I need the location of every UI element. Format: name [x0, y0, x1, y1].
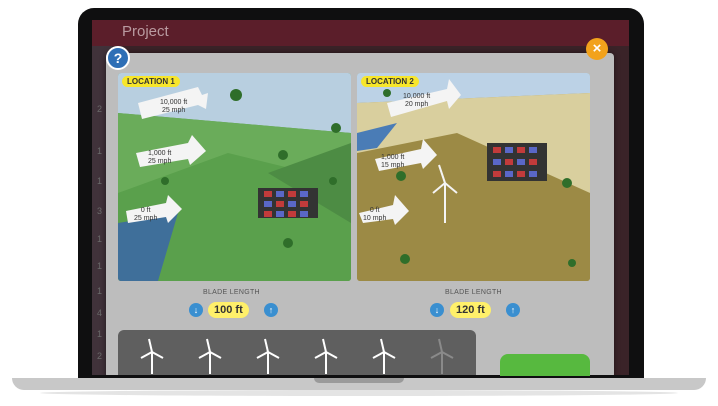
location-1-increase-button[interactable]: ↑ [264, 303, 278, 317]
arrow-speed: 25 mph [134, 215, 158, 222]
arrow-up-icon: ↑ [268, 305, 274, 315]
sidebar-mark: 2 [97, 104, 103, 114]
arrow-down-icon: ↓ [193, 305, 199, 315]
location-2-arrow-bottom: 0 ft 10 mph [363, 207, 386, 223]
laptop-notch [314, 378, 404, 383]
sidebar-mark: 1 [97, 234, 103, 244]
arrow-height: 0 ft [369, 207, 380, 214]
sidebar-mark: 1 [97, 329, 103, 339]
app-header: Project [92, 20, 629, 46]
arrow-up-icon: ↑ [510, 305, 516, 315]
location-2-arrow-top: 10,000 ft 20 mph [403, 93, 430, 109]
location-1-arrow-top: 10,000 ft 25 mph [160, 99, 187, 115]
location-2-blade-title: BLADE LENGTH [445, 289, 502, 296]
arrow-speed: 10 mph [363, 215, 387, 222]
location-2-terrain [357, 73, 590, 281]
location-1-arrow-bottom: 0 ft 25 mph [134, 207, 157, 223]
arrow-height: 1,000 ft [148, 150, 172, 157]
arrow-height: 0 ft [140, 207, 151, 214]
sidebar-mark: 1 [97, 261, 103, 271]
app-title: Project [122, 23, 169, 40]
location-1-terrain [118, 73, 351, 281]
location-1-arrow-middle: 1,000 ft 25 mph [148, 150, 171, 166]
arrow-height: 10,000 ft [160, 99, 188, 106]
arrow-speed: 15 mph [381, 162, 405, 169]
sidebar-mark: 2 [97, 351, 103, 361]
location-2-increase-button[interactable]: ↑ [506, 303, 520, 317]
help-button[interactable]: ? [106, 46, 130, 70]
location-1-label: LOCATION 1 [122, 76, 180, 87]
houses [487, 143, 547, 181]
sidebar-mark: 3 [97, 206, 103, 216]
arrow-down-icon: ↓ [434, 305, 440, 315]
sidebar-mark: 1 [97, 146, 103, 156]
sidebar-mark: 4 [97, 308, 103, 318]
arrow-height: 1,000 ft [381, 154, 405, 161]
arrow-speed: 25 mph [161, 107, 186, 114]
houses [258, 188, 318, 218]
sidebar-mark: 1 [97, 176, 103, 186]
sidebar-mark: 1 [97, 286, 103, 296]
arrow-height: 10,000 ft [403, 93, 431, 100]
location-2-label: LOCATION 2 [361, 76, 419, 87]
action-button[interactable] [500, 354, 590, 376]
location-1-blade-title: BLADE LENGTH [203, 289, 260, 296]
location-2-arrow-middle: 1,000 ft 15 mph [381, 154, 404, 170]
location-1-panel: LOCATION 1 10,000 ft 25 mph 1,000 ft 25 … [118, 73, 351, 281]
arrow-speed: 20 mph [404, 101, 429, 108]
location-2-blade-value: 120 ft [450, 302, 491, 318]
turbine-tray [118, 330, 476, 375]
location-1-blade-value: 100 ft [208, 302, 249, 318]
location-2-panel: LOCATION 2 10,000 ft 20 mph 1,000 ft 15 … [357, 73, 590, 281]
laptop-shadow [40, 390, 678, 396]
location-1-decrease-button[interactable]: ↓ [189, 303, 203, 317]
arrow-speed: 25 mph [148, 158, 172, 165]
close-button[interactable]: × [586, 38, 608, 60]
location-2-decrease-button[interactable]: ↓ [430, 303, 444, 317]
